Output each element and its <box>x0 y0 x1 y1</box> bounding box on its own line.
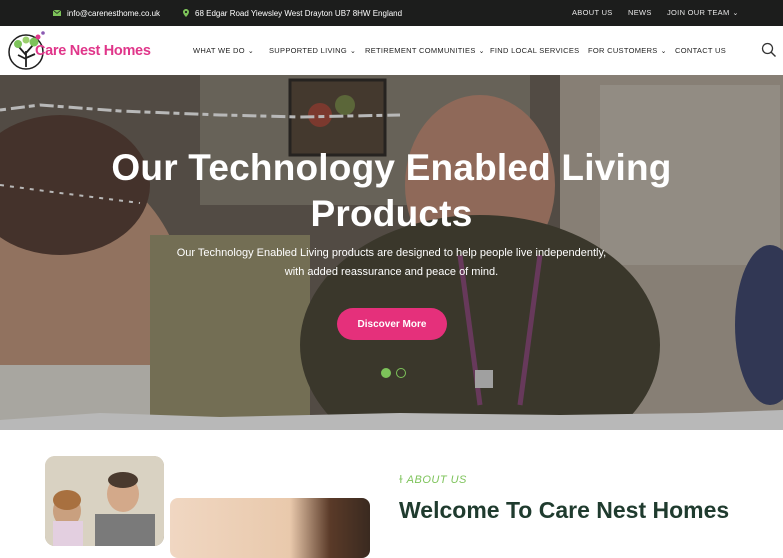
about-us-label: ɫ ABOUT US <box>399 474 467 486</box>
email-text[interactable]: info@carenesthome.co.uk <box>67 9 160 18</box>
about-image-caregiver <box>45 456 164 546</box>
top-bar: info@carenesthome.co.uk 68 Edgar Road Yi… <box>0 0 783 26</box>
join-team-label: JOIN OUR TEAM <box>667 8 730 17</box>
hero-subtitle: Our Technology Enabled Living products a… <box>0 244 783 282</box>
hero-title-line-2: Products <box>310 193 473 234</box>
about-label-text: ABOUT US <box>406 474 467 486</box>
search-button[interactable] <box>760 41 778 59</box>
hero-subtitle-line-1: Our Technology Enabled Living products a… <box>176 247 607 259</box>
chevron-down-icon: ⌄ <box>660 48 667 55</box>
logo-text: Care Nest Homes <box>35 43 151 59</box>
nav-retirement-communities[interactable]: RETIREMENT COMMUNITIES ⌄ <box>365 26 485 75</box>
slider-dot-1[interactable] <box>381 368 391 378</box>
nav-find-local-services[interactable]: FIND LOCAL SERVICES <box>490 26 579 75</box>
nav-label: WHAT WE DO <box>193 46 245 55</box>
map-pin-icon <box>183 9 189 17</box>
nav-label: CONTACT US <box>675 46 727 55</box>
top-link-join-our-team[interactable]: JOIN OUR TEAM ⌄ <box>667 0 739 26</box>
chevron-down-icon: ⌄ <box>247 48 255 55</box>
hero-title-line-1: Our Technology Enabled Living <box>111 147 672 188</box>
top-address: 68 Edgar Road Yiewsley West Drayton UB7 … <box>183 0 402 26</box>
main-header: Care Nest Homes WHAT WE DO ⌄ SUPPORTED LI… <box>0 26 783 75</box>
top-link-news[interactable]: NEWS <box>628 0 652 26</box>
hero-slider: Our Technology Enabled Living Products O… <box>0 75 783 430</box>
about-section: ɫ ABOUT US Welcome To Care Nest Homes <box>0 430 783 558</box>
about-image-room <box>170 498 370 558</box>
about-title: Welcome To Care Nest Homes <box>399 497 730 523</box>
discover-more-button[interactable]: Discover More <box>337 308 447 340</box>
nav-for-customers[interactable]: FOR CUSTOMERS ⌄ <box>588 26 667 75</box>
nav-contact-us[interactable]: CONTACT US <box>675 26 726 75</box>
nav-supported-living[interactable]: SUPPORTED LIVING ⌄ <box>269 26 356 75</box>
hero-subtitle-line-2: with added reassurance and peace of mind… <box>284 266 499 278</box>
mail-icon <box>53 10 61 16</box>
chevron-down-icon: ⌄ <box>478 48 485 55</box>
logo[interactable]: Care Nest Homes <box>8 29 151 73</box>
leaf-icon: ɫ <box>399 474 407 486</box>
chevron-down-icon: ⌄ <box>350 48 357 55</box>
hero-title: Our Technology Enabled Living Products <box>0 145 783 237</box>
chevron-down-icon: ⌄ <box>732 10 739 17</box>
search-icon <box>761 42 776 57</box>
nav-what-we-do[interactable]: WHAT WE DO ⌄ <box>193 26 254 75</box>
nav-label: SUPPORTED LIVING <box>269 46 348 55</box>
address-text: 68 Edgar Road Yiewsley West Drayton UB7 … <box>195 8 403 18</box>
top-email[interactable]: info@carenesthome.co.uk <box>53 0 160 26</box>
nav-label: FIND LOCAL SERVICES <box>490 46 580 55</box>
nav-label: FOR CUSTOMERS <box>588 46 658 55</box>
nav-label: RETIREMENT COMMUNITIES <box>365 46 476 55</box>
slider-dot-2[interactable] <box>396 368 406 378</box>
top-link-about-us[interactable]: ABOUT US <box>572 0 613 26</box>
